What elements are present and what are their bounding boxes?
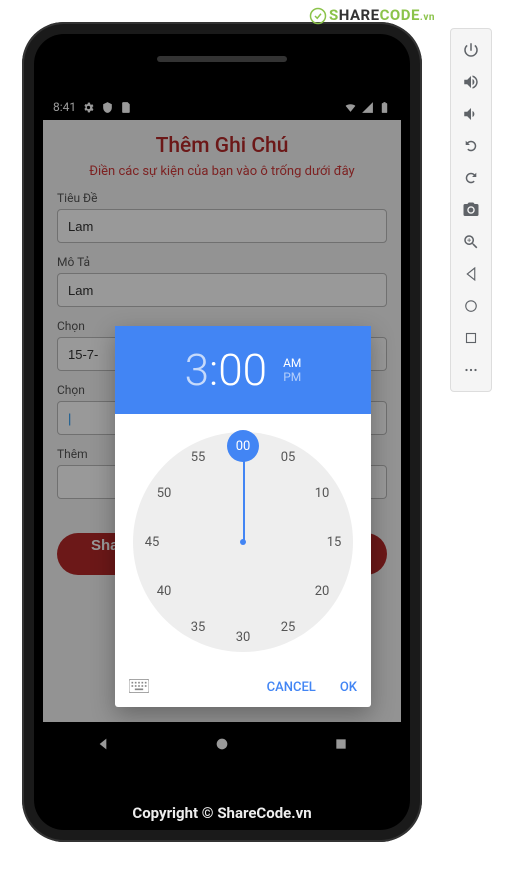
rotate-left-icon[interactable] [456,131,486,161]
clock-num-35[interactable]: 35 [183,612,213,642]
cancel-button[interactable]: CANCEL [267,680,316,695]
screenshot-icon[interactable] [456,195,486,225]
keyboard-icon[interactable] [129,678,149,697]
clock-num-50[interactable]: 50 [149,478,179,508]
clock-num-20[interactable]: 20 [307,576,337,606]
ok-button[interactable]: OK [340,680,357,695]
clock-num-45[interactable]: 45 [137,527,167,557]
more-icon[interactable] [456,355,486,385]
clock-num-05[interactable]: 05 [273,442,303,472]
clock-num-40[interactable]: 40 [149,576,179,606]
clock-num-30[interactable]: 30 [228,622,258,652]
sharecode-watermark: SHARECODE.vn [309,6,435,25]
pm-toggle[interactable]: PM [283,370,301,384]
clock-num-25[interactable]: 25 [273,612,303,642]
phone-speaker [157,56,287,62]
zoom-icon[interactable] [456,227,486,257]
rotate-right-icon[interactable] [456,163,486,193]
phone-screen: 8:41 Thêm Ghi Chú Điền các sự kiện của b… [43,94,401,770]
copyright-text: Copyright © ShareCode.vn [34,804,410,822]
am-toggle[interactable]: AM [283,356,301,370]
back-icon[interactable] [456,259,486,289]
volume-up-icon[interactable] [456,67,486,97]
minute-display[interactable]: 00 [218,344,267,396]
hour-display[interactable]: 3 [185,344,209,396]
clock-container: 00 05 10 15 20 25 30 35 40 45 50 55 [115,414,371,670]
overview-icon[interactable] [456,323,486,353]
volume-down-icon[interactable] [456,99,486,129]
home-icon[interactable] [456,291,486,321]
clock-num-10[interactable]: 10 [307,478,337,508]
clock-num-15[interactable]: 15 [319,527,349,557]
clock-face[interactable]: 00 05 10 15 20 25 30 35 40 45 50 55 [133,432,353,652]
time-picker-actions: CANCEL OK [115,670,371,707]
emulator-toolbar [450,28,492,392]
power-icon[interactable] [456,35,486,65]
phone-frame: 8:41 Thêm Ghi Chú Điền các sự kiện của b… [22,22,422,842]
clock-num-55[interactable]: 55 [183,442,213,472]
clock-center [240,539,246,545]
time-picker-dialog: 3:00 AM PM 00 05 10 15 20 [115,326,371,707]
clock-selected-minute[interactable]: 00 [227,430,259,462]
time-picker-header: 3:00 AM PM [115,326,371,414]
clock-hand [243,454,245,542]
